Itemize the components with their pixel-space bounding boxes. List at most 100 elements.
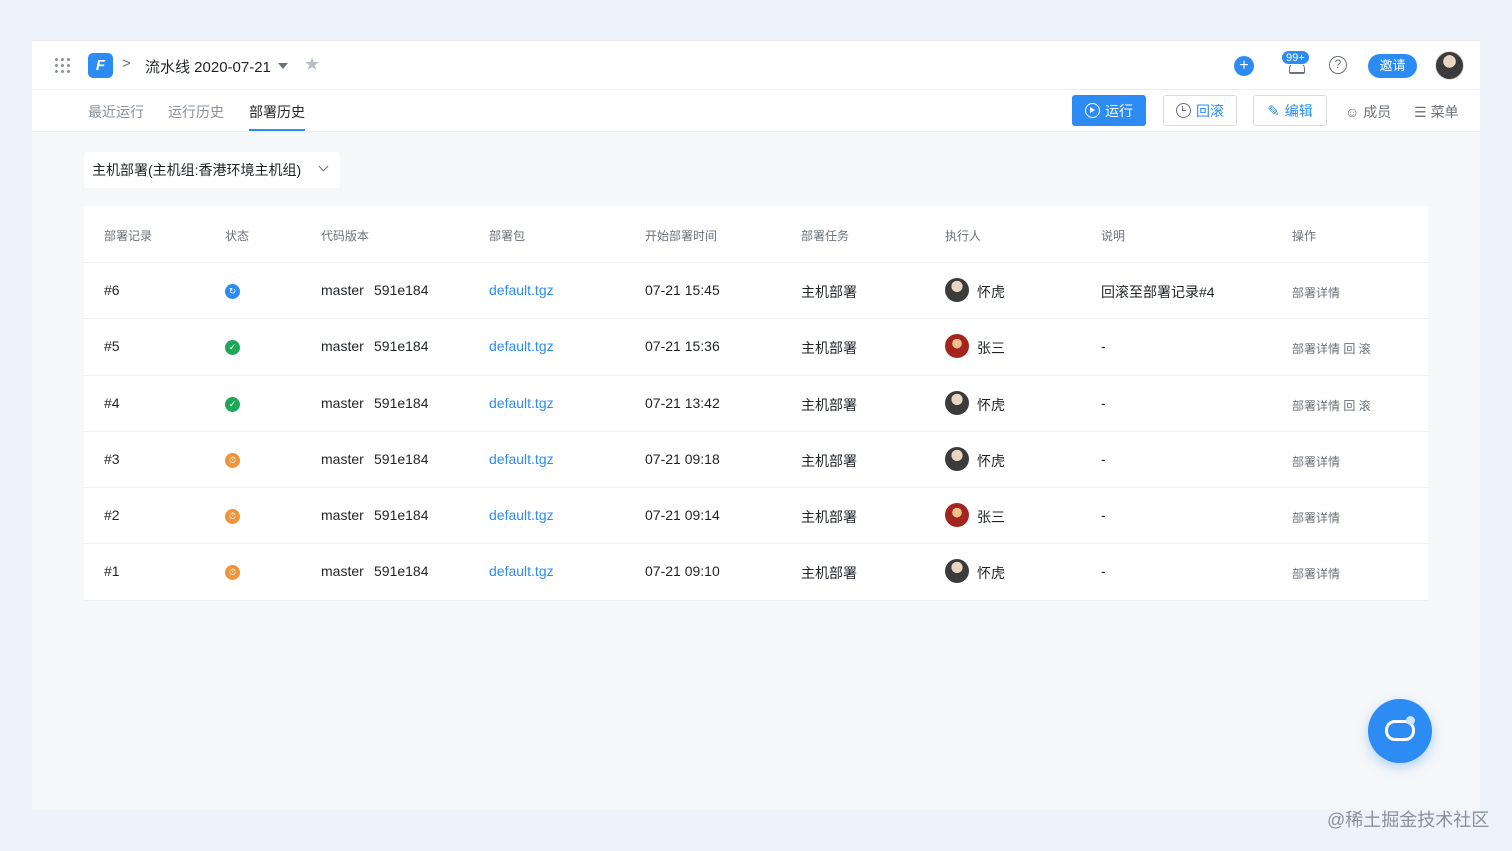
status-success-icon: ✓ bbox=[225, 340, 240, 356]
deploy-note: - bbox=[1101, 450, 1106, 467]
rollback-label: 回滚 bbox=[1196, 102, 1224, 119]
row-actions[interactable]: 部署详情 bbox=[1292, 453, 1340, 470]
active-tab-indicator bbox=[249, 129, 305, 131]
menu-button[interactable]: ☰ 菜单 bbox=[1414, 102, 1459, 122]
run-label: 运行 bbox=[1105, 102, 1133, 119]
branch-name: master bbox=[321, 338, 364, 355]
menu-icon: ☰ bbox=[1414, 103, 1427, 120]
tab-deploy-history[interactable]: 部署历史 bbox=[249, 102, 305, 122]
record-id[interactable]: #4 bbox=[104, 395, 120, 411]
row-actions[interactable]: 部署详情 回 滚 bbox=[1292, 397, 1371, 414]
start-time: 07-21 09:14 bbox=[645, 507, 720, 524]
package-link[interactable]: default.tgz bbox=[489, 563, 554, 579]
edit-button[interactable]: ✎ 编辑 bbox=[1253, 95, 1327, 126]
executor-avatar bbox=[945, 503, 969, 528]
commit-hash[interactable]: 591e184 bbox=[374, 507, 429, 523]
pipeline-title[interactable]: 流水线 2020-07-21 bbox=[145, 56, 271, 77]
table-row: #4 ✓ master 591e184 default.tgz 07-21 13:42 主机… bbox=[84, 376, 1428, 432]
start-time: 07-21 13:42 bbox=[645, 394, 720, 411]
col-header-note: 说明 bbox=[1101, 229, 1126, 243]
deploy-task: 主机部署 bbox=[801, 284, 857, 300]
branch-name: master bbox=[321, 450, 364, 467]
col-header-executor: 执行人 bbox=[945, 229, 982, 243]
table-header: 部署记录 状态 代码版本 部署包 开始部署时间 部署任务 执行人 说明 操作 bbox=[84, 206, 1428, 263]
executor-name: 张三 bbox=[977, 509, 1005, 526]
branch-name: master bbox=[321, 282, 364, 298]
commit-hash[interactable]: 591e184 bbox=[374, 563, 429, 579]
run-button[interactable]: 运行 bbox=[1072, 95, 1146, 126]
user-avatar[interactable] bbox=[1435, 51, 1464, 80]
executor-avatar bbox=[945, 334, 969, 359]
status-waiting-icon: ⏱ bbox=[225, 565, 240, 581]
package-link[interactable]: default.tgz bbox=[489, 338, 554, 354]
executor-name: 怀虎 bbox=[977, 284, 1005, 300]
chat-button[interactable] bbox=[1368, 699, 1432, 763]
row-actions[interactable]: 部署详情 回 滚 bbox=[1292, 340, 1371, 357]
row-actions[interactable]: 部署详情 bbox=[1292, 284, 1340, 301]
branch-name: master bbox=[321, 394, 364, 411]
executor-avatar bbox=[945, 390, 969, 415]
record-id[interactable]: #5 bbox=[104, 338, 120, 354]
col-header-record: 部署记录 bbox=[104, 229, 153, 243]
deploy-history-table: 部署记录 状态 代码版本 部署包 开始部署时间 部署任务 执行人 说明 操作 #… bbox=[84, 206, 1428, 601]
record-id[interactable]: #2 bbox=[104, 507, 120, 523]
status-waiting-icon: ⏱ bbox=[225, 509, 240, 525]
product-logo[interactable]: F bbox=[88, 53, 113, 78]
col-header-version: 代码版本 bbox=[321, 229, 370, 243]
start-time: 07-21 15:45 bbox=[645, 282, 720, 298]
tab-recent-runs[interactable]: 最近运行 bbox=[88, 102, 144, 122]
chat-notify-dot bbox=[1406, 716, 1415, 725]
package-link[interactable]: default.tgz bbox=[489, 507, 554, 523]
user-icon: ☺ bbox=[1345, 104, 1360, 120]
executor-name: 怀虎 bbox=[977, 396, 1005, 413]
deploy-task: 主机部署 bbox=[801, 340, 857, 357]
commit-hash[interactable]: 591e184 bbox=[374, 451, 429, 467]
tab-run-history[interactable]: 运行历史 bbox=[168, 102, 224, 122]
table-row: #3 ⏱ master 591e184 default.tgz 07-21 09:18 主机… bbox=[84, 432, 1428, 489]
rollback-button[interactable]: 回滚 bbox=[1163, 95, 1237, 126]
invite-button[interactable]: 邀请 bbox=[1368, 54, 1417, 78]
members-label: 成员 bbox=[1363, 104, 1392, 120]
app-window: F > 流水线 2020-07-21 ★ + 99+ ? 邀请 最近运行 运行历… bbox=[32, 40, 1480, 810]
status-waiting-icon: ⏱ bbox=[225, 452, 240, 468]
col-header-task: 部署任务 bbox=[801, 229, 850, 243]
executor-name: 张三 bbox=[977, 340, 1005, 357]
help-icon[interactable]: ? bbox=[1329, 56, 1347, 74]
star-icon[interactable]: ★ bbox=[304, 54, 320, 75]
deploy-note: - bbox=[1101, 507, 1106, 524]
col-header-start-time: 开始部署时间 bbox=[645, 229, 718, 243]
status-success-icon: ✓ bbox=[225, 396, 240, 412]
app-grid-icon[interactable] bbox=[55, 58, 71, 74]
top-header: F > 流水线 2020-07-21 ★ + 99+ ? 邀请 bbox=[32, 40, 1480, 90]
create-button[interactable]: + bbox=[1234, 56, 1254, 76]
executor-avatar bbox=[945, 559, 969, 584]
menu-label: 菜单 bbox=[1430, 104, 1459, 120]
deploy-group-select[interactable]: 主机部署(主机组:香港环境主机组) bbox=[84, 152, 340, 188]
record-id[interactable]: #6 bbox=[104, 282, 120, 298]
package-link[interactable]: default.tgz bbox=[489, 451, 554, 467]
row-actions[interactable]: 部署详情 bbox=[1292, 565, 1340, 582]
caret-down-icon[interactable] bbox=[278, 63, 288, 69]
play-icon bbox=[1085, 103, 1100, 118]
commit-hash[interactable]: 591e184 bbox=[374, 395, 429, 411]
edit-label: 编辑 bbox=[1284, 102, 1313, 119]
notification-badge: 99+ bbox=[1281, 50, 1310, 65]
package-link[interactable]: default.tgz bbox=[489, 282, 554, 298]
deploy-note: - bbox=[1101, 563, 1106, 580]
commit-hash[interactable]: 591e184 bbox=[374, 338, 429, 354]
branch-name: master bbox=[321, 507, 364, 524]
status-running-icon: ↻ bbox=[225, 284, 240, 299]
table-row: #5 ✓ master 591e184 default.tgz 07-21 15:36 主机… bbox=[84, 319, 1428, 376]
record-id[interactable]: #1 bbox=[104, 563, 120, 579]
deploy-group-value: 主机部署(主机组:香港环境主机组) bbox=[92, 162, 302, 178]
commit-hash[interactable]: 591e184 bbox=[374, 282, 429, 298]
package-link[interactable]: default.tgz bbox=[489, 395, 554, 411]
history-icon bbox=[1176, 103, 1191, 118]
start-time: 07-21 09:18 bbox=[645, 450, 720, 467]
record-id[interactable]: #3 bbox=[104, 451, 120, 467]
executor-avatar bbox=[945, 278, 969, 302]
deploy-note: - bbox=[1101, 394, 1106, 411]
members-button[interactable]: ☺ 成员 bbox=[1345, 102, 1391, 122]
executor-name: 怀虎 bbox=[977, 565, 1005, 582]
row-actions[interactable]: 部署详情 bbox=[1292, 509, 1340, 526]
